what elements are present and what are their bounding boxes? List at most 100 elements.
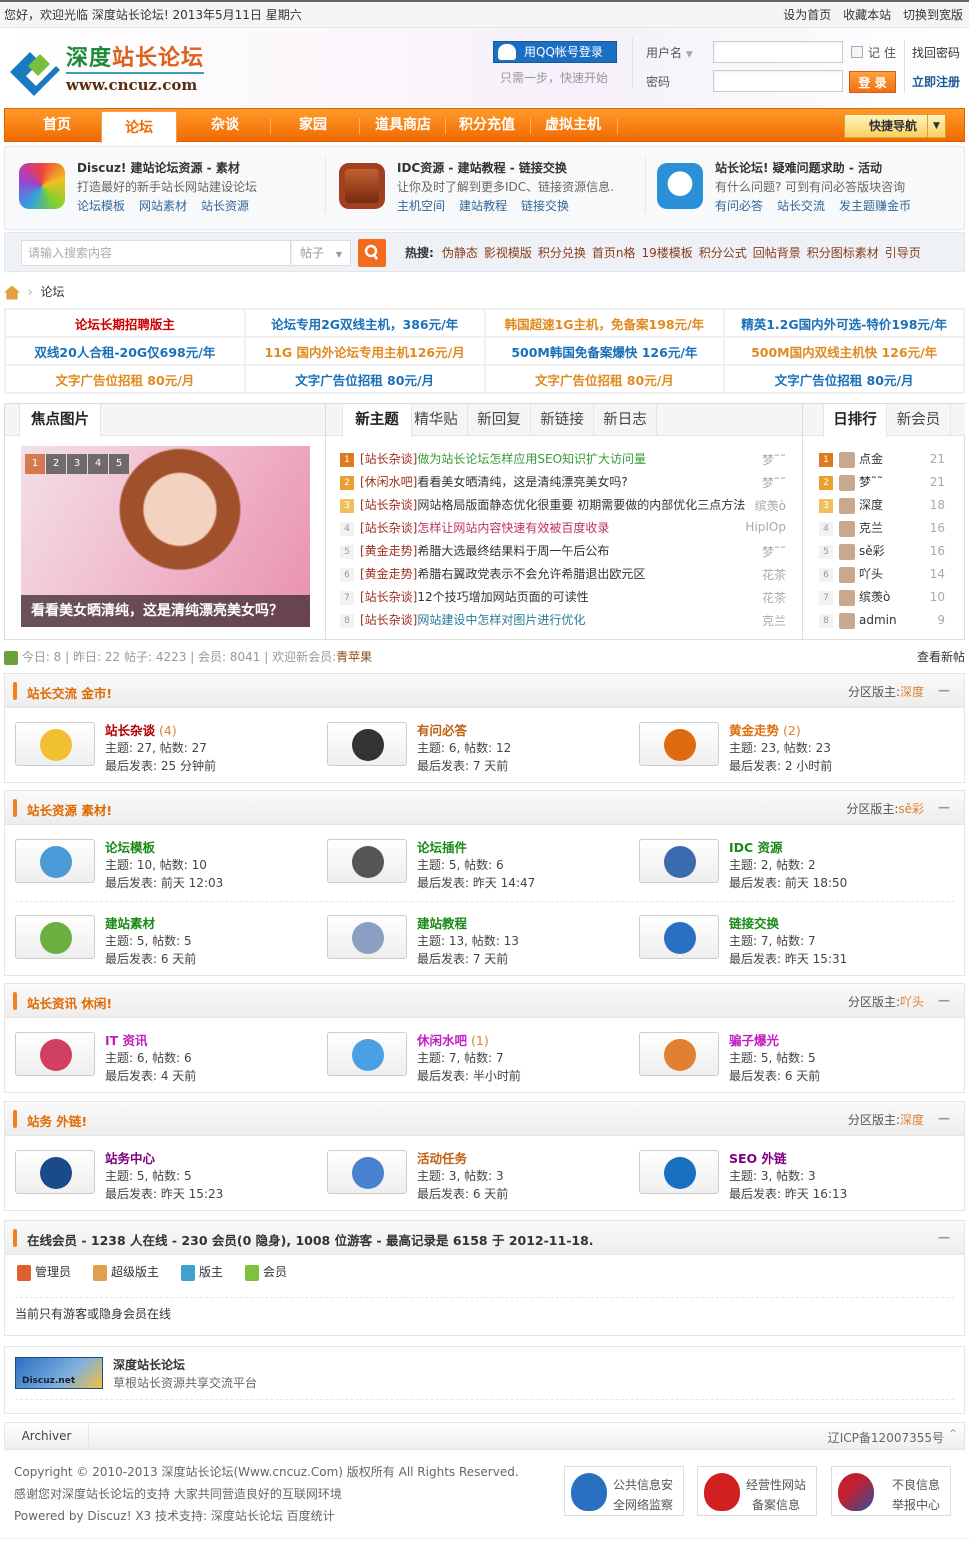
nav-shop[interactable]: 道具商店 xyxy=(363,109,443,141)
discuz-logo[interactable]: Discuz.net xyxy=(15,1357,103,1389)
rank-item[interactable]: 4 克兰 16 xyxy=(819,517,949,539)
login-button[interactable]: 登 录 xyxy=(849,71,896,93)
forum-icon[interactable] xyxy=(327,722,407,766)
nav-home[interactable]: 首页 xyxy=(17,109,97,141)
forum-last-post[interactable]: 最后发表: 4 天前 xyxy=(105,1067,196,1084)
section-title[interactable]: 站长资讯 休闲! xyxy=(27,993,112,1012)
slide-number[interactable]: 2 xyxy=(46,454,66,474)
slide-number[interactable]: 1 xyxy=(25,454,45,474)
info-title[interactable]: IDC资源 - 建站教程 - 链接交换 xyxy=(397,159,567,176)
thread-category[interactable]: [黄金走势] xyxy=(360,567,417,581)
forum-icon[interactable] xyxy=(327,915,407,959)
thread-item[interactable]: 4 [站长杂谈]怎样让网站内容快速有效被百度收录 xyxy=(340,517,780,539)
nav-recharge[interactable]: 积分充值 xyxy=(447,109,527,141)
ad-link[interactable]: 文字广告位招租 80元/月 xyxy=(483,364,726,394)
thread-item[interactable]: 2 [休闲水吧]看看美女晒清纯，这是清纯漂亮美女吗? xyxy=(340,471,780,493)
rank-item[interactable]: 7 缤羡ò 10 xyxy=(819,586,949,608)
forum-name[interactable]: 论坛插件 xyxy=(417,837,467,856)
logo-icon[interactable] xyxy=(6,44,62,100)
thread-category[interactable]: [站长杂谈] xyxy=(360,590,417,604)
moderator-link[interactable]: 深度 xyxy=(900,1113,924,1127)
ad-link[interactable]: 双线20人合租-20G仅698元/年 xyxy=(4,336,246,366)
rank-item[interactable]: 5 sě彩 16 xyxy=(819,540,949,562)
hot-search-link[interactable]: 积分兑换 xyxy=(538,246,586,260)
hot-search-link[interactable]: 积分图标素材 xyxy=(807,246,879,260)
rank-item[interactable]: 3 深度 18 xyxy=(819,494,949,516)
password-input[interactable] xyxy=(713,70,843,92)
rank-user[interactable]: 梦˜˜ xyxy=(859,475,883,489)
search-type-select[interactable]: 帖子 ▼ xyxy=(291,240,351,266)
nav-chat[interactable]: 杂谈 xyxy=(185,109,265,141)
forum-last-post[interactable]: 最后发表: 昨天 14:47 xyxy=(417,874,535,891)
moderator-link[interactable]: 深度 xyxy=(900,685,924,699)
moderator-link[interactable]: 吖头 xyxy=(900,995,924,1009)
forum-last-post[interactable]: 最后发表: 6 天前 xyxy=(417,1185,508,1202)
tab-focus-images[interactable]: 焦点图片 xyxy=(19,404,101,437)
ad-link[interactable]: 精英1.2G国内外可选-特价198元/年 xyxy=(723,308,965,338)
forum-icon[interactable] xyxy=(327,1150,407,1194)
rank-item[interactable]: 1 点金 21 xyxy=(819,448,949,470)
nav-forum[interactable]: 论坛 xyxy=(101,111,177,143)
thread-category[interactable]: [站长杂谈] xyxy=(360,452,417,466)
forum-icon[interactable] xyxy=(639,915,719,959)
thread-author[interactable]: 克兰 xyxy=(762,612,786,629)
info-link[interactable]: 主机空间 xyxy=(397,199,445,213)
forum-name[interactable]: 链接交换 xyxy=(729,913,779,932)
forum-last-post[interactable]: 最后发表: 2 小时前 xyxy=(729,757,832,774)
thread-author[interactable]: HipIOp xyxy=(745,520,786,534)
forum-last-post[interactable]: 最后发表: 昨天 15:31 xyxy=(729,950,847,967)
tab-thread-4[interactable]: 新日志 xyxy=(594,404,657,436)
thread-category[interactable]: [站长杂谈] xyxy=(360,613,417,627)
avatar[interactable] xyxy=(839,451,855,468)
collapse-icon[interactable]: — xyxy=(938,993,950,1007)
tab-rank-1[interactable]: 新会员 xyxy=(887,404,951,436)
thread-author[interactable]: 梦˜˜ xyxy=(762,543,786,560)
forum-name[interactable]: 黄金走势 (2) xyxy=(729,720,801,739)
forum-last-post[interactable]: 最后发表: 前天 18:50 xyxy=(729,874,847,891)
badge-record[interactable]: 经营性网站 备案信息 xyxy=(697,1466,817,1516)
avatar[interactable] xyxy=(839,589,855,606)
avatar[interactable] xyxy=(839,543,855,560)
back-to-top-icon[interactable]: ⌃ xyxy=(948,1427,958,1441)
thread-item[interactable]: 7 [站长杂谈]12个技巧增加网站页面的可读性 xyxy=(340,586,780,608)
search-input[interactable]: 请输入搜索内容 xyxy=(21,240,291,266)
info-link[interactable]: 建站教程 xyxy=(459,199,507,213)
hot-search-link[interactable]: 伪静态 xyxy=(442,246,478,260)
thread-item[interactable]: 3 [站长杂谈]网站格局版面静态优化很重要 初期需要做的内部优化三点方法 xyxy=(340,494,780,516)
forum-name[interactable]: 有问必答 xyxy=(417,720,467,739)
forum-icon[interactable] xyxy=(15,722,95,766)
ad-link[interactable]: 11G 国内外论坛专用主机126元/月 xyxy=(243,336,486,366)
icp-link[interactable]: 辽ICP备12007355号 xyxy=(828,1429,944,1446)
slide-caption[interactable]: 看看美女晒清纯，这是清纯漂亮美女吗？ xyxy=(21,595,310,627)
badge-security[interactable]: 公共信息安 全网络监察 xyxy=(564,1466,684,1516)
thread-category[interactable]: [黄金走势] xyxy=(360,544,417,558)
section-title[interactable]: 站务 外链! xyxy=(27,1111,87,1130)
tab-thread-2[interactable]: 新回复 xyxy=(468,404,531,436)
ad-link[interactable]: 论坛长期招聘版主 xyxy=(4,308,246,338)
hot-search-link[interactable]: 回帖背景 xyxy=(753,246,801,260)
breadcrumb-current[interactable]: 论坛 xyxy=(40,285,64,299)
search-button[interactable] xyxy=(358,239,386,267)
info-title[interactable]: 站长论坛! 疑难问题求助 - 活动 xyxy=(715,159,882,176)
forum-name[interactable]: IDC 资源 xyxy=(729,837,783,856)
forum-name[interactable]: IT 资讯 xyxy=(105,1030,148,1049)
bookmark-link[interactable]: 收藏本站 xyxy=(843,8,891,22)
thread-title[interactable]: 希腊右翼政党表示不会允许希腊退出欧元区 xyxy=(417,567,645,581)
hot-search-link[interactable]: 首页n格 xyxy=(592,246,636,260)
avatar[interactable] xyxy=(839,497,855,514)
forum-last-post[interactable]: 最后发表: 昨天 16:13 xyxy=(729,1185,847,1202)
forum-icon[interactable] xyxy=(639,839,719,883)
info-link[interactable]: 网站素材 xyxy=(139,199,187,213)
nav-home-space[interactable]: 家园 xyxy=(273,109,353,141)
section-title[interactable]: 站长交流 金市! xyxy=(27,683,112,702)
wide-mode-link[interactable]: 切换到宽版 xyxy=(903,8,963,22)
ad-link[interactable]: 文字广告位招租 80元/月 xyxy=(723,364,965,394)
rank-user[interactable]: 深度 xyxy=(859,498,883,512)
rank-user[interactable]: 缤羡ò xyxy=(859,590,890,604)
thread-author[interactable]: 花茶 xyxy=(762,566,786,583)
thread-author[interactable]: 梦˜˜ xyxy=(762,451,786,468)
ad-link[interactable]: 500M韩国免备案爆快 126元/年 xyxy=(483,336,726,366)
forum-icon[interactable] xyxy=(15,1032,95,1076)
avatar[interactable] xyxy=(839,520,855,537)
forum-name[interactable]: 休闲水吧 (1) xyxy=(417,1030,489,1049)
